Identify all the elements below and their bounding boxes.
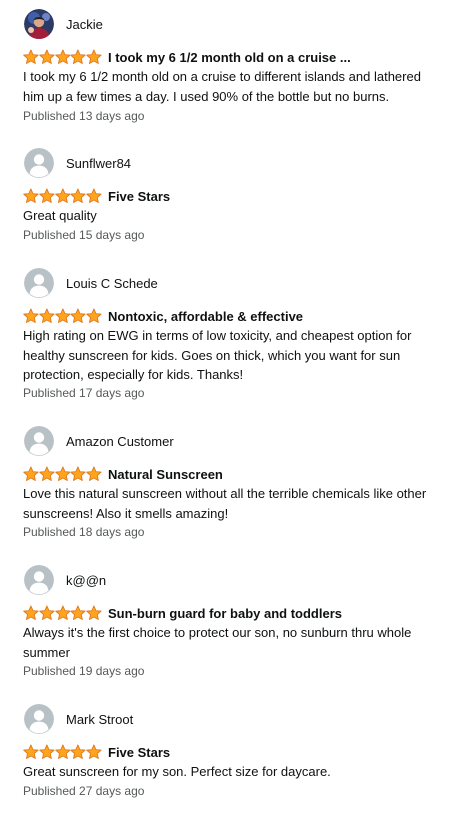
author-name[interactable]: Sunflwer84 [66,156,131,171]
review-body: Great sunscreen for my son. Perfect size… [23,764,331,779]
avatar[interactable] [24,704,54,734]
review-body: Great quality [23,208,97,223]
star-icon [54,744,71,759]
star-icon [70,308,86,323]
published-date: Published 13 days ago [23,109,145,123]
review-title-row: Sun-burn guard for baby and toddlers [23,604,342,622]
review-title[interactable]: I took my 6 1/2 month old on a cruise ..… [108,50,351,65]
review-body: Always it's the first choice to protect … [23,625,412,660]
star-icon [39,308,55,323]
star-icon [54,188,71,203]
star-rating[interactable] [23,466,102,482]
review-author[interactable]: Mark Stroot [24,704,133,734]
profile-photo [24,9,54,39]
avatar[interactable] [24,268,54,298]
star-icon [70,49,86,64]
review-title-row: Five Stars [23,187,170,205]
star-icon [70,188,86,203]
review-author[interactable]: Amazon Customer [24,426,174,456]
default-user-icon [24,704,54,734]
star-rating[interactable] [23,308,102,324]
star-rating[interactable] [23,188,102,204]
star-icon [86,466,102,481]
author-name[interactable]: k@@n [66,573,106,588]
review-title[interactable]: Five Stars [108,745,170,760]
star-icon [70,466,86,481]
avatar[interactable] [24,565,54,595]
review-title-row: Nontoxic, affordable & effective [23,307,303,325]
star-icon [54,605,71,620]
star-icon [39,744,55,759]
author-name[interactable]: Mark Stroot [66,712,133,727]
star-icon [86,308,102,323]
review-title-row: Five Stars [23,743,170,761]
review-author[interactable]: Louis C Schede [24,268,158,298]
default-user-icon [24,426,54,456]
published-date: Published 17 days ago [23,386,145,400]
author-name[interactable]: Louis C Schede [66,276,158,291]
star-icon [54,466,71,481]
star-icon [39,188,55,203]
star-icon [23,188,39,203]
default-user-icon [24,268,54,298]
review-body: I took my 6 1/2 month old on a cruise to… [23,69,421,104]
star-icon [86,605,102,620]
review-author[interactable]: Sunflwer84 [24,148,131,178]
default-user-icon [24,148,54,178]
review-title-row: I took my 6 1/2 month old on a cruise ..… [23,48,351,66]
star-icon [39,466,55,481]
author-name[interactable]: Jackie [66,17,103,32]
star-icon [70,605,86,620]
review-author[interactable]: k@@n [24,565,106,595]
published-date: Published 19 days ago [23,664,145,678]
author-name[interactable]: Amazon Customer [66,434,174,449]
published-date: Published 18 days ago [23,525,145,539]
star-icon [86,744,102,759]
avatar[interactable] [24,9,54,39]
star-icon [23,49,39,64]
star-icon [86,49,102,64]
review-title[interactable]: Five Stars [108,189,170,204]
default-user-icon [24,565,54,595]
review-title-row: Natural Sunscreen [23,465,223,483]
star-icon [23,744,39,759]
review-body: High rating on EWG in terms of low toxic… [23,328,412,382]
star-icon [23,308,39,323]
review-title[interactable]: Natural Sunscreen [108,467,223,482]
star-icon [23,466,39,481]
star-icon [39,49,55,64]
star-rating[interactable] [23,49,102,65]
star-icon [39,605,55,620]
star-icon [70,744,86,759]
published-date: Published 15 days ago [23,228,145,242]
star-icon [23,605,39,620]
star-icon [86,188,102,203]
published-date: Published 27 days ago [23,784,145,798]
review-body: Love this natural sunscreen without all … [23,486,427,521]
star-rating[interactable] [23,605,102,621]
avatar[interactable] [24,426,54,456]
review-title[interactable]: Nontoxic, affordable & effective [108,309,303,324]
star-icon [54,308,71,323]
star-icon [54,49,71,64]
avatar[interactable] [24,148,54,178]
review-title[interactable]: Sun-burn guard for baby and toddlers [108,606,342,621]
star-rating[interactable] [23,744,102,760]
review-author[interactable]: Jackie [24,9,103,39]
